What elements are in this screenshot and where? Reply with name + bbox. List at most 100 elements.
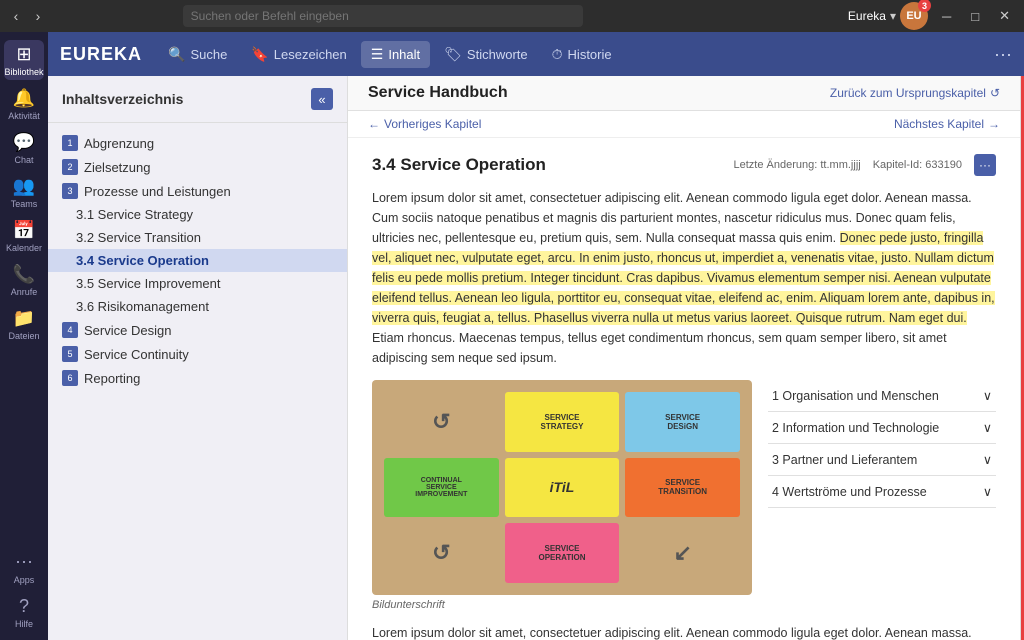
chevron-down-icon-1: ∨ [983,388,992,403]
apps-icon: ⋯ [15,552,33,573]
minimize-button[interactable]: ─ [936,9,957,24]
body-text-3: Lorem ipsum dolor sit amet, consectetuer… [372,623,996,640]
window-nav-controls[interactable]: ‹ › [8,8,46,24]
accordion-item-3: 3 Partner und Lieferantem ∨ [768,444,996,476]
nav-more-button[interactable]: ··· [994,44,1012,65]
address-bar[interactable] [183,5,583,27]
history-nav-icon: ⏱ [552,46,563,63]
toc-num-box-1: 1 [62,135,78,151]
toc-title: Inhaltsverzeichnis [62,91,183,107]
accordion-item-2: 2 Information und Technologie ∨ [768,412,996,444]
user-avatar[interactable]: EU 3 [900,2,928,30]
toc-item-4[interactable]: 4 Service Design [48,318,347,342]
itil-image-container: ↺ SERVICESTRATEGY SERVICEDESiGN CONTINUA… [372,380,752,611]
toc-num-box-4: 4 [62,322,78,338]
image-caption: Bildunterschrift [372,599,752,611]
toc-item-6[interactable]: 6 Reporting [48,366,347,390]
sidebar-item-anrufe[interactable]: 📞 Anrufe [4,260,44,300]
nav-suche[interactable]: 🔍 Suche [158,41,237,68]
accordion-item-4: 4 Wertströme und Prozesse ∨ [768,476,996,508]
content-nav-icon: ☰ [371,46,384,63]
accordion-header-4[interactable]: 4 Wertströme und Prozesse ∨ [768,476,996,507]
toc-collapse-button[interactable]: « [311,88,333,110]
sidebar-item-teams[interactable]: 👥 Teams [4,172,44,212]
sticky-design: SERVICEDESiGN [625,392,740,452]
maximize-button[interactable]: □ [965,9,985,24]
page-top-bar: Service Handbuch Zurück zum Ursprungskap… [348,76,1020,111]
chapter-action-button[interactable]: ··· [974,154,996,176]
sidebar-item-hilfe[interactable]: ? Hilfe [4,592,44,632]
sidebar-item-aktivitat[interactable]: 🔔 Aktivität [4,84,44,124]
top-nav: EUREKA 🔍 Suche 🔖 Lesezeichen ☰ Inhalt 🏷 … [48,32,1024,76]
sidebar-item-chat[interactable]: 💬 Chat [4,128,44,168]
toc-item-3-2[interactable]: 3.2 Service Transition [48,226,347,249]
sticky-itil: iTiL [505,458,620,518]
chevron-down-icon-4: ∨ [983,484,992,499]
toc-num-box-2: 2 [62,159,78,175]
bibliothek-icon: ⊞ [16,44,31,65]
toc-item-3-6[interactable]: 3.6 Risikomanagement [48,295,347,318]
sidebar-item-kalender[interactable]: 📅 Kalender [4,216,44,256]
page-content: Service Handbuch Zurück zum Ursprungskap… [348,76,1020,640]
itil-sticky-notes: ↺ SERVICESTRATEGY SERVICEDESiGN CONTINUA… [372,380,752,595]
toc-item-3[interactable]: 3 Prozesse und Leistungen [48,179,347,203]
accordion-header-1[interactable]: 1 Organisation und Menschen ∨ [768,380,996,411]
hilfe-icon: ? [19,596,29,617]
sidebar-item-apps[interactable]: ⋯ Apps [4,548,44,588]
nav-inhalt[interactable]: ☰ Inhalt [361,41,430,68]
title-bar-right: Eureka ▾ EU 3 ─ □ ✕ [848,2,1016,30]
search-nav-icon: 🔍 [168,46,185,63]
anrufe-icon: 📞 [13,264,35,285]
sticky-transition: SERVICETRANSiTiON [625,458,740,518]
aktivitat-icon: 🔔 [13,88,35,109]
kapitel-id: Kapitel-Id: 633190 [873,159,962,171]
next-chapter-button[interactable]: Nächstes Kapitel → [894,117,1000,131]
accordion-header-2[interactable]: 2 Information und Technologie ∨ [768,412,996,443]
sticky-arrow-3: ↙ [625,523,740,583]
content-body: 3.4 Service Operation Letzte Änderung: t… [348,138,1020,640]
last-change-label: Letzte Änderung: tt.mm.jjjj [734,159,861,171]
toc-num-box-6: 6 [62,370,78,386]
user-badge: Eureka ▾ EU 3 [848,2,928,30]
toc-item-2[interactable]: 2 Zielsetzung [48,155,347,179]
dateien-icon: 📁 [13,308,35,329]
toc-item-3-1[interactable]: 3.1 Service Strategy [48,203,347,226]
nav-stichworte[interactable]: 🏷 Stichworte [434,41,537,68]
sidebar-item-dateien[interactable]: 📁 Dateien [4,304,44,344]
origin-link-label: Zurück zum Ursprungskapitel [830,86,986,100]
kalender-icon: 📅 [13,220,35,241]
sticky-continual: CONTINUALSERVICEIMPROVEMENT [384,458,499,518]
body-text-1: Lorem ipsum dolor sit amet, consectetuer… [372,188,996,368]
chevron-down-icon-2: ∨ [983,420,992,435]
sidebar-item-bibliothek[interactable]: ⊞ Bibliothek [4,40,44,80]
close-button[interactable]: ✕ [993,8,1016,24]
nav-historie[interactable]: ⏱ Historie [542,41,622,68]
search-input[interactable] [191,9,575,23]
origin-link-icon: ↺ [990,86,1000,100]
origin-link[interactable]: Zurück zum Ursprungskapitel ↺ [830,86,1000,100]
toc-item-5[interactable]: 5 Service Continuity [48,342,347,366]
sticky-operation: SERVICEOPERATION [505,523,620,583]
accordion-item-1: 1 Organisation und Menschen ∨ [768,380,996,412]
tag-nav-icon: 🏷 [444,46,462,63]
nav-lesezeichen[interactable]: 🔖 Lesezeichen [241,41,356,68]
toc-item-1[interactable]: 1 Abgrenzung [48,131,347,155]
forward-button[interactable]: › [30,8,46,24]
toc-item-3-4[interactable]: 3.4 Service Operation [48,249,347,272]
chapter-header: 3.4 Service Operation Letzte Änderung: t… [372,154,996,176]
chapter-title: 3.4 Service Operation [372,155,546,175]
sticky-arrow-1: ↺ [384,392,499,452]
toc-item-3-5[interactable]: 3.5 Service Improvement [48,272,347,295]
sidebar-right-panel [1020,76,1024,640]
accordion-header-3[interactable]: 3 Partner und Lieferantem ∨ [768,444,996,475]
chapter-nav-arrows: ← Vorheriges Kapitel Nächstes Kapitel → [348,111,1020,138]
bookmark-nav-icon: 🔖 [251,46,268,63]
next-arrow-icon: → [988,117,1000,131]
content-two-col: ↺ SERVICESTRATEGY SERVICEDESiGN CONTINUA… [372,380,996,611]
highlighted-text: Donec pede justo, fringilla vel, aliquet… [372,231,995,325]
toc-num-box-3: 3 [62,183,78,199]
prev-chapter-button[interactable]: ← Vorheriges Kapitel [368,117,481,131]
back-button[interactable]: ‹ [8,8,24,24]
sticky-strategy: SERVICESTRATEGY [505,392,620,452]
icon-sidebar: ⊞ Bibliothek 🔔 Aktivität 💬 Chat 👥 Teams … [0,32,48,640]
